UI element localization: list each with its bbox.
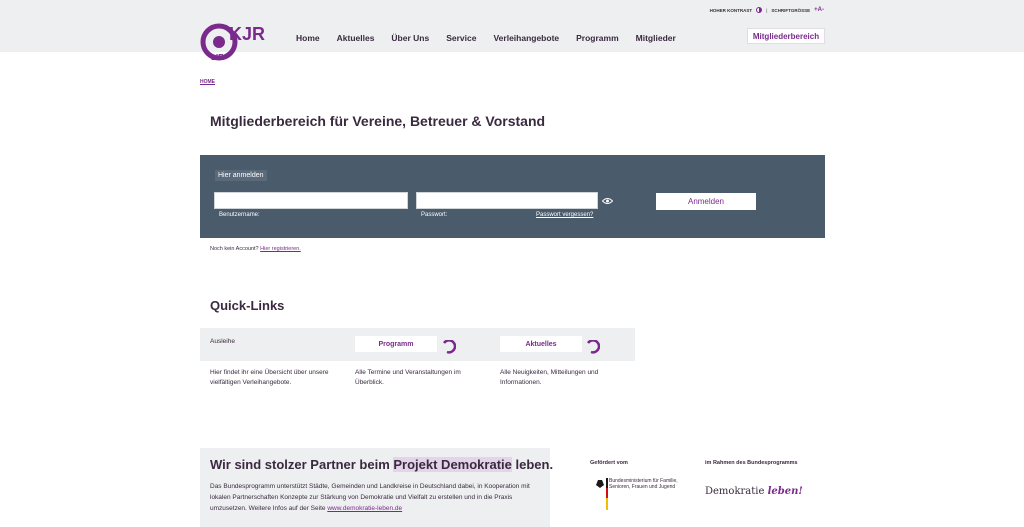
quicklink-desc-ausleihe: Hier findet ihr eine Übersicht über unse… (210, 369, 329, 386)
username-input[interactable] (214, 192, 408, 209)
quicklink-ausleihe[interactable]: Ausleihe (210, 338, 235, 345)
ministry-name: Bundesministerium für Familie, Senioren,… (609, 478, 678, 490)
partner-title-pre: Wir sind stolzer Partner beim (210, 457, 394, 472)
util-separator: | (766, 7, 768, 13)
nav-ueber-uns[interactable]: Über Uns (391, 33, 429, 43)
curved-arrow-icon[interactable] (442, 340, 456, 354)
funding-label: Gefördert vom (590, 460, 628, 466)
partner-box: Wir sind stolzer Partner beim Projekt De… (200, 448, 553, 527)
login-panel: Hier anmelden Benutzername: Passwort: Pa… (200, 155, 825, 238)
main-nav: Home Aktuelles Über Uns Service Verleiha… (296, 33, 693, 43)
member-area-button[interactable]: Mitgliederbereich (747, 28, 825, 44)
login-heading: Hier anmelden (215, 170, 267, 181)
partner-title-highlight: Projekt Demokratie (393, 457, 512, 472)
program-label: im Rahmen des Bundesprogramms (705, 460, 798, 466)
breadcrumb[interactable]: HOME (200, 79, 215, 85)
contrast-label[interactable]: Hoher Kontrast (710, 8, 753, 13)
demo-word: Demokratie (705, 486, 765, 497)
quicklinks-title: Quick-Links (210, 298, 285, 313)
register-line: Noch kein Account? Hier registrieren. (210, 246, 301, 252)
demo-leben: leben! (767, 486, 803, 497)
password-input[interactable] (416, 192, 598, 209)
curved-arrow-icon[interactable] (586, 340, 600, 354)
partner-title-post: leben. (511, 457, 554, 472)
nav-service[interactable]: Service (446, 33, 476, 43)
header (0, 0, 1024, 52)
logo-text: KJR (229, 24, 265, 44)
register-link[interactable]: Hier registrieren. (260, 246, 301, 252)
svg-text:LIE: LIE (211, 53, 224, 62)
nav-programm[interactable]: Programm (576, 33, 619, 43)
quicklink-aktuelles-button[interactable]: Aktuelles (500, 336, 582, 352)
demokratie-link[interactable]: www.demokratie-leben.de (327, 505, 402, 512)
page-title: Mitgliederbereich für Vereine, Betreuer … (210, 113, 546, 129)
password-label: Passwort: (421, 212, 448, 218)
kjr-logo[interactable]: KJR LIE (199, 18, 277, 64)
username-label: Benutzername: (219, 212, 260, 218)
accessibility-controls: Hoher Kontrast | Schriftgröße +A- (710, 7, 824, 13)
partner-title: Wir sind stolzer Partner beim Projekt De… (210, 457, 553, 472)
quicklink-desc-programm: Alle Termine und Veranstaltungen im Über… (355, 369, 461, 386)
forgot-password-link[interactable]: Passwort vergessen? (536, 212, 593, 218)
nav-aktuelles[interactable]: Aktuelles (337, 33, 375, 43)
nav-verleihangebote[interactable]: Verleihangebote (493, 33, 559, 43)
quicklink-programm-button[interactable]: Programm (355, 336, 437, 352)
show-password-icon[interactable] (602, 197, 613, 205)
quicklinks-bar: Ausleihe Programm Aktuelles (200, 328, 635, 361)
register-text: Noch kein Account? (210, 246, 259, 252)
quicklink-desc-aktuelles: Alle Neuigkeiten, Mitteilungen und Infor… (500, 369, 599, 386)
nav-home[interactable]: Home (296, 33, 320, 43)
font-size-controls[interactable]: +A- (814, 7, 824, 13)
demokratie-leben-logo: Demokratie leben! (705, 486, 803, 497)
font-size-label: Schriftgröße (771, 7, 811, 13)
contrast-icon[interactable] (756, 7, 763, 13)
login-button[interactable]: Anmelden (656, 193, 756, 210)
nav-mitglieder[interactable]: Mitglieder (636, 33, 676, 43)
partner-text: Das Bundesprogramm unterstützt Städte, G… (210, 481, 540, 514)
